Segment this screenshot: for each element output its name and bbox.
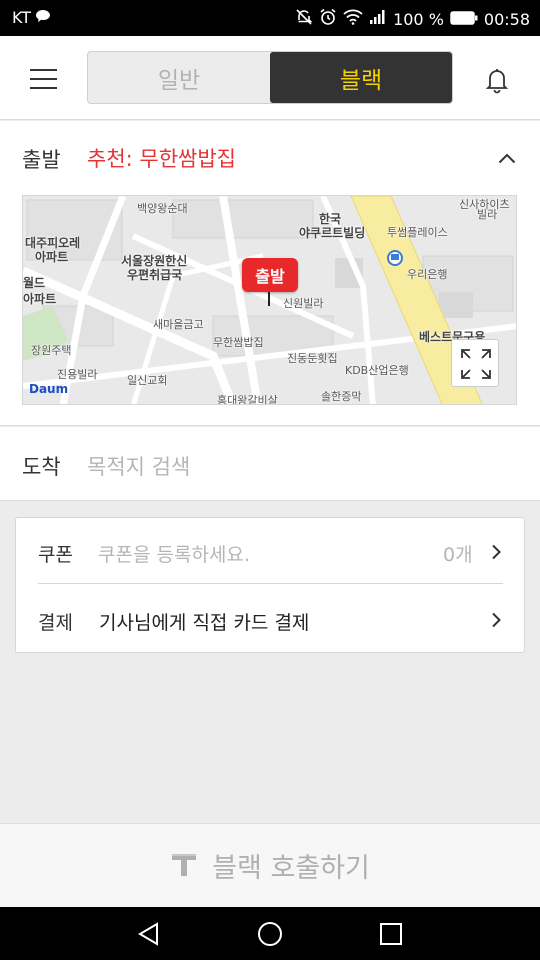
collapse-chevron-up-icon[interactable] [498,149,516,164]
map-label-22: 홍대왕갈비살 [217,394,278,405]
destination-label: 도착 [22,455,61,479]
map-label-9: 우편취급국 [127,268,183,282]
coupon-chevron-right-icon [491,544,501,560]
map-label-2: 야쿠르트빌딩 [299,226,366,240]
mode-normal-tab[interactable]: 일반 [88,52,270,103]
coupon-placeholder: 쿠폰을 등록하세요. [98,544,250,566]
payment-method: 기사님에게 직접 카드 결제 [99,612,310,634]
coupon-row[interactable]: 쿠폰 쿠폰을 등록하세요. 0개 [38,518,503,584]
payment-row[interactable]: 결제 기사님에게 직접 카드 결제 [16,586,524,652]
origin-value[interactable]: 추천: 무한쌈밥집 [87,143,236,173]
map-expand-button[interactable] [451,339,499,387]
map-label-19: KDB산업은행 [345,364,409,377]
call-button-label: 블랙 호출하기 [212,853,370,884]
notification-bell-icon[interactable] [483,66,511,94]
map-label-3: 투썸플레이스 [387,226,448,239]
back-icon[interactable] [136,921,162,951]
options-card: 쿠폰 쿠폰을 등록하세요. 0개 결제 기사님에게 직접 카드 결제 [15,517,525,653]
map-label-17: 장원주택 [31,344,72,357]
coupon-label: 쿠폰 [38,544,73,566]
clock-time: 00:58 [483,9,530,29]
map-label-7: 아파트 [35,250,69,264]
map-label-15: 무한쌈밥집 [213,336,264,349]
wifi-icon [343,9,363,29]
payment-label: 결제 [38,612,73,634]
map-label-14: 새마을금고 [153,318,204,331]
origin-map[interactable]: 백양왕순대 한국 야쿠르트빌딩 투썸플레이스 신사하이츠 빌라 대주피오레 아파… [22,195,517,405]
expand-icon [461,349,491,379]
origin-label: 출발 [22,148,61,172]
destination-panel[interactable]: 도착 목적지 검색 [0,427,540,501]
map-label-11: 아파트 [23,292,57,306]
origin-panel: 출발 추천: 무한쌈밥집 백양왕순대 한국 야쿠르트빌딩 투썸플레이스 신사하이… [0,121,540,426]
map-label-12: 신원빌라 [283,297,324,310]
status-bar: KT 100 % 00:58 [0,0,540,36]
map-label-21: 일신교회 [127,374,168,387]
tmap-logo-icon [170,850,198,882]
recents-icon[interactable] [378,921,404,951]
map-label-13: 우리은행 [407,268,448,281]
map-label-18: 진동둔횟집 [287,352,338,365]
map-label-0: 백양왕순대 [137,202,188,215]
destination-search-input[interactable]: 목적지 검색 [87,451,190,481]
map-label-20: 진용빌라 [57,368,98,381]
call-black-button[interactable]: 블랙 호출하기 [0,823,540,907]
coupon-count: 0개 [443,544,473,566]
chat-icon [35,8,51,27]
origin-pin-marker: 출발 [242,258,298,292]
alarm-icon [319,8,337,30]
system-nav-bar [0,907,540,960]
battery-level: 100 % [393,9,444,29]
origin-pin-stem [268,292,270,306]
map-label-5: 빌라 [477,208,498,221]
map-label-10: 월드 [23,276,46,290]
battery-icon [450,10,478,29]
payment-chevron-right-icon [491,612,501,628]
home-icon[interactable] [257,921,283,951]
top-bar: 일반 블랙 [0,36,540,120]
map-provider-logo: Daum [29,382,69,396]
menu-icon[interactable] [30,69,57,89]
mode-black-tab[interactable]: 블랙 [270,52,452,103]
map-label-23: 솔한증막 [321,390,362,403]
mode-toggle: 일반 블랙 [87,51,453,104]
mute-icon [295,8,313,30]
signal-icon [369,9,387,29]
carrier-label: KT [12,8,32,27]
